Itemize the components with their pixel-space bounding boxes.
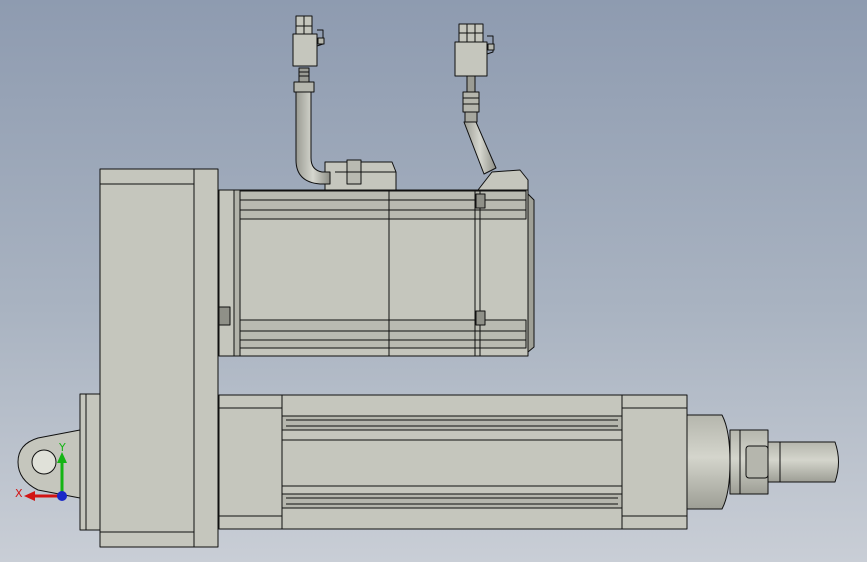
clevis-pin-hole: [31, 449, 57, 475]
x-arrow-head: [24, 491, 35, 501]
motor-screw-pocket: [218, 306, 231, 326]
piston-rod[interactable]: [686, 414, 839, 510]
tube-body: [218, 394, 688, 530]
tube-channel-bottom: [281, 493, 623, 509]
motor-screw-pocket: [475, 193, 486, 209]
rod-nose-cap: [686, 414, 731, 510]
rod-lock-nut: [745, 445, 769, 479]
gearbox-side-boss: [79, 393, 101, 531]
power-cable[interactable]: [292, 15, 331, 185]
encoder-cable-ferrule: [462, 91, 480, 113]
power-cable-wire: [298, 67, 310, 83]
gearbox-housing[interactable]: [79, 168, 219, 548]
gearbox-plate: [99, 168, 219, 548]
rod-shaft: [767, 441, 839, 483]
motor-rear-cap: [527, 193, 535, 353]
x-axis-label: X: [15, 487, 23, 500]
y-axis-label: Y: [59, 441, 66, 454]
tube-channel-top: [281, 415, 623, 431]
motor-flange: [233, 189, 241, 357]
encoder-cable-wire: [466, 75, 476, 93]
actuator-model[interactable]: [0, 0, 867, 562]
power-plug-housing: [292, 33, 318, 67]
rod-end-clevis[interactable]: [17, 429, 81, 499]
power-plug[interactable]: [292, 15, 325, 67]
encoder-plug-housing: [454, 41, 488, 77]
graphics-viewport[interactable]: Y X: [0, 0, 867, 562]
power-cable-ferrule: [293, 81, 315, 93]
encoder-plug[interactable]: [454, 23, 495, 77]
motor[interactable]: [218, 159, 535, 357]
encoder-cable[interactable]: [454, 23, 497, 175]
actuator-tube[interactable]: [218, 394, 688, 530]
motor-screw-pocket: [475, 310, 486, 326]
z-axis-dot: [57, 491, 67, 501]
encoder-cable-sleeve: [463, 121, 497, 175]
